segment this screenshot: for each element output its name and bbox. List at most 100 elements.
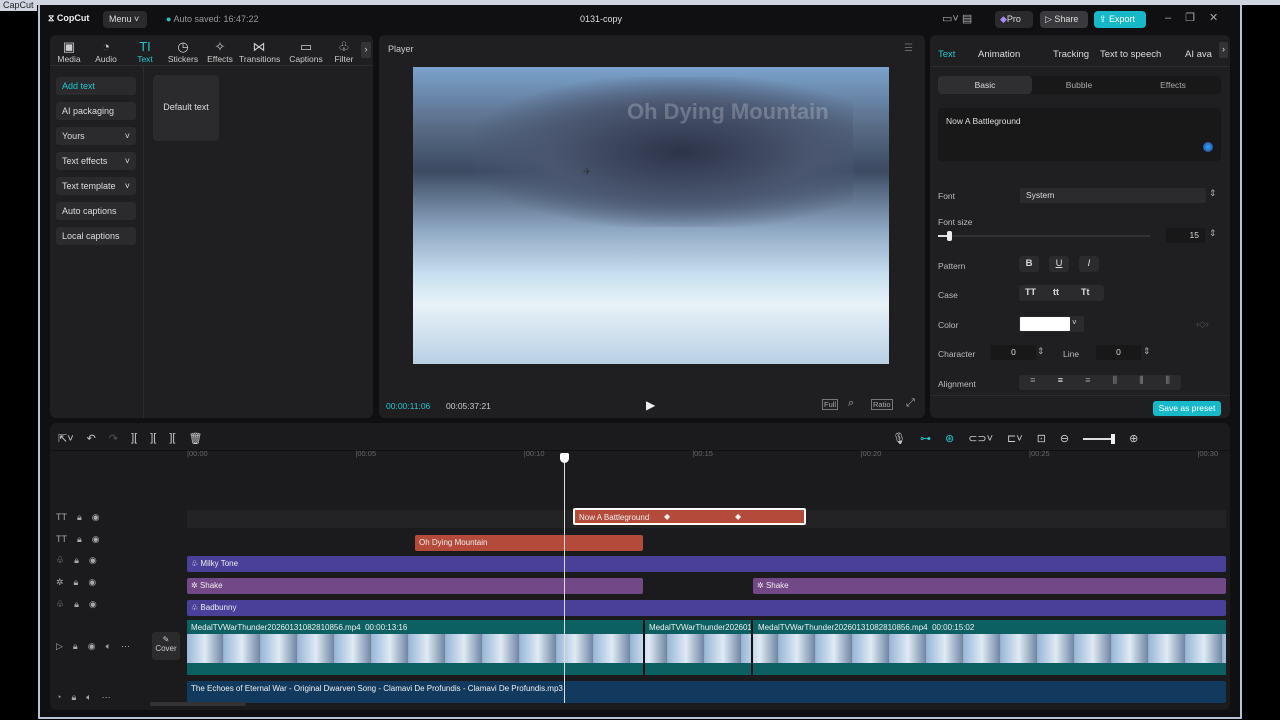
tool-text[interactable]: TI Text	[125, 39, 165, 64]
split-icon[interactable]: ][	[131, 432, 137, 445]
caption-icon[interactable]: ⊡	[1037, 432, 1046, 445]
case-title-button[interactable]: Tt	[1081, 287, 1090, 297]
export-button[interactable]: ⇪ Export	[1094, 11, 1146, 28]
more-icon[interactable]: ⋯	[102, 692, 111, 703]
default-text-card[interactable]: Default text	[153, 75, 219, 141]
tool-effects[interactable]: ✧ Effects	[200, 39, 240, 64]
tab-tracking[interactable]: Tracking	[1053, 49, 1089, 60]
player-menu-icon[interactable]: ☰	[904, 43, 913, 54]
font-stepper-icon[interactable]: ⇕	[1209, 188, 1217, 199]
pro-button[interactable]: ◆Pro	[995, 11, 1033, 28]
font-size-slider[interactable]	[938, 231, 1150, 241]
align-middle-icon[interactable]: ⫼	[1139, 375, 1143, 390]
menu-item-text-template[interactable]: Text template ˅	[56, 177, 136, 195]
eye-icon[interactable]: ◉	[88, 641, 96, 652]
subtab-effects[interactable]: Effects	[1126, 76, 1220, 94]
tool-audio[interactable]: ◔ Audio	[86, 39, 126, 64]
pattern-underline-button[interactable]: U	[1049, 256, 1069, 272]
eye-icon[interactable]: ◉	[89, 555, 97, 566]
tool-media[interactable]: ▣ Media	[49, 39, 89, 64]
linkage-icon[interactable]: ⊛	[945, 432, 954, 445]
keyframe-icon[interactable]: ‹◇›	[1196, 319, 1209, 330]
align-right-icon[interactable]: ≡	[1085, 375, 1090, 390]
pattern-bold-button[interactable]: B	[1019, 256, 1039, 272]
filter-clip-milky-tone[interactable]: ♧ Milky Tone	[187, 556, 1226, 572]
more-icon[interactable]: ⋯	[121, 641, 130, 652]
lock-icon[interactable]: 🔒︎	[77, 534, 82, 545]
toolbar-next-icon[interactable]: ›	[361, 42, 371, 58]
menu-item-auto-captions[interactable]: Auto captions	[56, 202, 136, 220]
overlay-text[interactable]: Oh Dying Mountain	[627, 99, 829, 125]
text-clip-oh-dying-mountain[interactable]: Oh Dying Mountain	[415, 535, 643, 551]
effect-clip-shake[interactable]: ✲ Shake	[187, 578, 643, 594]
share-button[interactable]: ▷ Share	[1040, 11, 1088, 28]
minimize-icon[interactable]: –	[1165, 12, 1185, 24]
eye-icon[interactable]: ◉	[92, 512, 100, 523]
menu-button[interactable]: Menu ˅	[103, 11, 147, 28]
preview-axis-icon[interactable]: ⊏˅	[1007, 432, 1023, 445]
tab-ai-ava[interactable]: AI ava	[1185, 49, 1212, 60]
mic-icon[interactable]: 🎙	[892, 432, 906, 445]
cover-button[interactable]: ✎ Cover	[152, 632, 180, 660]
undo-icon[interactable]: ↶	[87, 432, 96, 445]
eye-icon[interactable]: ◉	[89, 599, 97, 610]
delete-icon[interactable]: 🗑	[188, 432, 202, 445]
menu-item-text-effects[interactable]: Text effects ˅	[56, 152, 136, 170]
lock-icon[interactable]: 🔒︎	[73, 641, 78, 652]
font-select[interactable]: System	[1020, 188, 1206, 203]
fullscreen-icon[interactable]: ⤢	[906, 397, 915, 410]
maximize-icon[interactable]: ❐	[1185, 12, 1209, 24]
line-input[interactable]: 0	[1096, 345, 1141, 360]
line-stepper-icon[interactable]: ⇕	[1143, 346, 1151, 357]
lock-icon[interactable]: 🔒︎	[71, 692, 76, 703]
align-center-icon[interactable]: ≡	[1058, 375, 1063, 390]
playhead[interactable]	[560, 453, 569, 703]
character-stepper-icon[interactable]: ⇕	[1037, 346, 1045, 357]
font-size-input[interactable]: 15	[1166, 228, 1205, 243]
eye-icon[interactable]: ◉	[88, 577, 96, 588]
case-upper-button[interactable]: TT	[1025, 287, 1036, 297]
font-size-stepper-icon[interactable]: ⇕	[1209, 228, 1217, 239]
audio-clip[interactable]: The Echoes of Eternal War - Original Dwa…	[187, 681, 1226, 703]
zoom-fit-icon[interactable]: ⌕	[848, 397, 854, 410]
tab-text-to-speech[interactable]: Text to speech	[1100, 49, 1161, 60]
tool-captions[interactable]: ▭ Captions	[286, 39, 326, 64]
save-preset-button[interactable]: Save as preset	[1153, 401, 1221, 416]
select-tool-icon[interactable]: ⇱˅	[58, 432, 74, 445]
full-button[interactable]: Full	[822, 399, 839, 410]
window-controls[interactable]: –❐✕	[1165, 11, 1232, 24]
keyframe-icon[interactable]: ◆	[664, 512, 670, 521]
lock-icon[interactable]: 🔒︎	[74, 577, 79, 588]
tab-text[interactable]: Text	[938, 49, 955, 60]
slider-handle[interactable]	[946, 231, 952, 241]
link-icon[interactable]: ⊂⊃˅	[968, 432, 993, 445]
subtab-basic[interactable]: Basic	[938, 76, 1032, 94]
menu-item-add-text[interactable]: Add text	[56, 77, 136, 95]
zoom-slider[interactable]	[1083, 434, 1116, 444]
character-input[interactable]: 0	[991, 345, 1036, 360]
text-input[interactable]: Now A Battleground	[938, 108, 1221, 161]
pattern-italic-button[interactable]: I	[1079, 256, 1099, 272]
tool-transitions[interactable]: ⋈ Transitions	[239, 39, 280, 64]
zoom-out-icon[interactable]: ⊖	[1060, 432, 1069, 445]
text-clip-now-a-battleground[interactable]: Now A Battleground ◆ ◆	[573, 508, 806, 525]
color-picker[interactable]: ˅	[1019, 316, 1084, 332]
playhead-handle[interactable]	[560, 453, 569, 463]
subtab-bubble[interactable]: Bubble	[1032, 76, 1126, 94]
menu-item-local-captions[interactable]: Local captions	[56, 227, 136, 245]
effect-clip-shake-2[interactable]: ✲ Shake	[753, 578, 1226, 594]
play-button[interactable]: ▶	[646, 398, 655, 412]
zoom-in-icon[interactable]: ⊕	[1129, 432, 1138, 445]
tool-stickers[interactable]: ◷ Stickers	[163, 39, 203, 64]
tool-filter[interactable]: ♧ Filter	[324, 39, 364, 64]
mute-icon[interactable]: 🔈︎	[86, 692, 91, 703]
mute-icon[interactable]: 🔈︎	[106, 641, 111, 652]
horizontal-scrollbar[interactable]	[150, 702, 246, 706]
menu-item-yours[interactable]: Yours ˅	[56, 127, 136, 145]
tab-animation[interactable]: Animation	[978, 49, 1020, 60]
eye-icon[interactable]: ◉	[92, 534, 100, 545]
menu-item-ai-packaging[interactable]: AI packaging	[56, 102, 136, 120]
split-right-icon[interactable]: ][	[169, 432, 175, 445]
magnet-icon[interactable]: ⊶	[920, 432, 931, 445]
lock-icon[interactable]: 🔒︎	[74, 599, 79, 610]
